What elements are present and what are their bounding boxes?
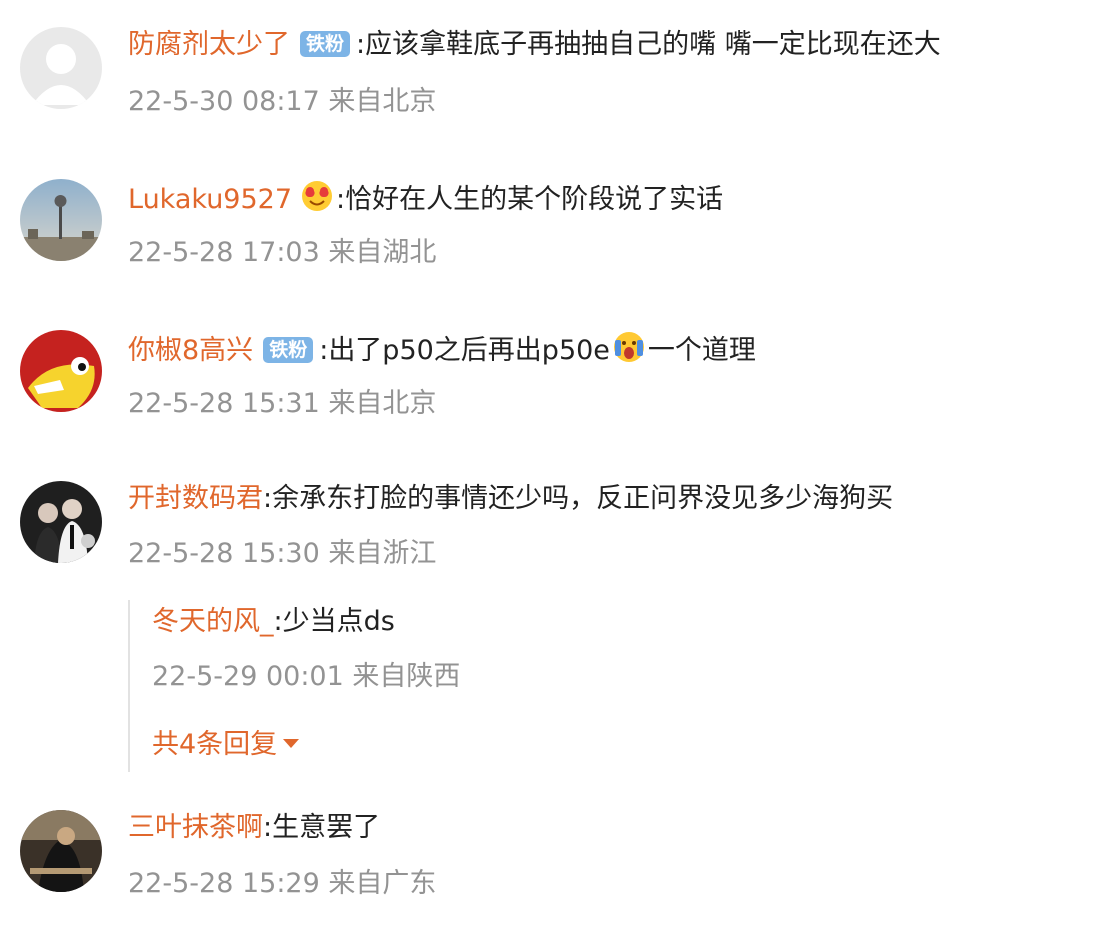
colon: : bbox=[319, 335, 329, 366]
comment-text: 生意罢了 bbox=[272, 812, 381, 843]
yellow-bird-avatar-icon bbox=[20, 330, 102, 412]
more-replies-label: 共4条回复 bbox=[152, 729, 278, 760]
colon: : bbox=[273, 606, 283, 637]
comment-text: 应该拿鞋底子再抽抽自己的嘴 嘴一定比现在还大 bbox=[365, 29, 941, 60]
reply-location: 来自陕西 bbox=[352, 661, 461, 692]
comment-line: 你椒8高兴 铁粉:出了p50之后再出p50e 一个道理 bbox=[128, 330, 756, 369]
comment-text: 余承东打脸的事情还少吗，反正问界没见多少海狗买 bbox=[272, 483, 894, 514]
comment-text: 恰好在人生的某个阶段说了实话 bbox=[345, 184, 724, 215]
avatar[interactable] bbox=[20, 330, 102, 412]
comment-location: 来自北京 bbox=[328, 86, 437, 117]
comment-meta: 22-5-28 15:29 来自广东 bbox=[128, 866, 436, 902]
comment-location: 来自北京 bbox=[328, 388, 437, 419]
fan-badge[interactable]: 铁粉 bbox=[300, 31, 351, 57]
comment-line: 防腐剂太少了 铁粉:应该拿鞋底子再抽抽自己的嘴 嘴一定比现在还大 bbox=[128, 27, 941, 63]
reply-thread: 冬天的风_:少当点ds 22-5-29 00:01 来自陕西 共4条回复 bbox=[128, 600, 730, 772]
comment-meta: 22-5-30 08:17 来自北京 bbox=[128, 84, 436, 120]
username-link[interactable]: 防腐剂太少了 bbox=[128, 29, 290, 60]
comment-meta: 22-5-28 15:30 来自浙江 bbox=[128, 536, 436, 572]
avatar[interactable] bbox=[20, 810, 102, 892]
comment-time: 22-5-28 17:03 bbox=[128, 237, 320, 268]
comment-line: 开封数码君:余承东打脸的事情还少吗，反正问界没见多少海狗买 bbox=[128, 481, 893, 517]
reply-meta: 22-5-29 00:01 来自陕西 bbox=[152, 659, 460, 695]
username-link[interactable]: 开封数码君 bbox=[128, 483, 263, 514]
comment-time: 22-5-28 15:30 bbox=[128, 538, 320, 569]
comment-location: 来自浙江 bbox=[328, 538, 437, 569]
default-avatar-icon bbox=[20, 27, 102, 109]
reply-username-link[interactable]: 冬天的风_ bbox=[152, 606, 274, 637]
colon: : bbox=[263, 483, 273, 514]
reply-text: 少当点ds bbox=[282, 606, 395, 637]
comment-time: 22-5-28 15:29 bbox=[128, 868, 320, 899]
comment-time: 22-5-30 08:17 bbox=[128, 86, 320, 117]
screaming-face-emoji-icon bbox=[613, 332, 644, 362]
comment-line: 三叶抹茶啊:生意罢了 bbox=[128, 810, 380, 846]
heart-eyes-emoji-icon bbox=[302, 181, 333, 211]
comment-location: 来自广东 bbox=[328, 868, 437, 899]
colon: : bbox=[263, 812, 273, 843]
comment-meta: 22-5-28 17:03 来自湖北 bbox=[128, 235, 436, 271]
avatar[interactable] bbox=[20, 179, 102, 261]
reply-time: 22-5-29 00:01 bbox=[152, 661, 344, 692]
caret-down-icon bbox=[283, 739, 300, 748]
couple-photo-avatar-icon bbox=[20, 481, 102, 563]
username-link[interactable]: 三叶抹茶啊 bbox=[128, 812, 263, 843]
avatar[interactable] bbox=[20, 481, 102, 563]
comment-line: Lukaku9527 :恰好在人生的某个阶段说了实话 bbox=[128, 179, 723, 218]
avatar[interactable] bbox=[20, 27, 102, 109]
username-link[interactable]: 你椒8高兴 bbox=[128, 335, 253, 366]
more-replies-link[interactable]: 共4条回复 bbox=[152, 727, 300, 763]
comment-time: 22-5-28 15:31 bbox=[128, 388, 320, 419]
comment-location: 来自湖北 bbox=[328, 237, 437, 268]
reply-line: 冬天的风_:少当点ds bbox=[152, 604, 395, 640]
fan-badge[interactable]: 铁粉 bbox=[263, 337, 314, 363]
comment-meta: 22-5-28 15:31 来自北京 bbox=[128, 386, 436, 422]
colon: : bbox=[356, 29, 366, 60]
colon: : bbox=[336, 184, 346, 215]
dark-photo-avatar-icon bbox=[20, 810, 102, 892]
username-link[interactable]: Lukaku9527 bbox=[128, 184, 292, 215]
tower-photo-avatar-icon bbox=[20, 179, 102, 261]
comment-text-suffix: 一个道理 bbox=[647, 335, 756, 366]
comment-text: 出了p50之后再出p50e bbox=[328, 335, 610, 366]
